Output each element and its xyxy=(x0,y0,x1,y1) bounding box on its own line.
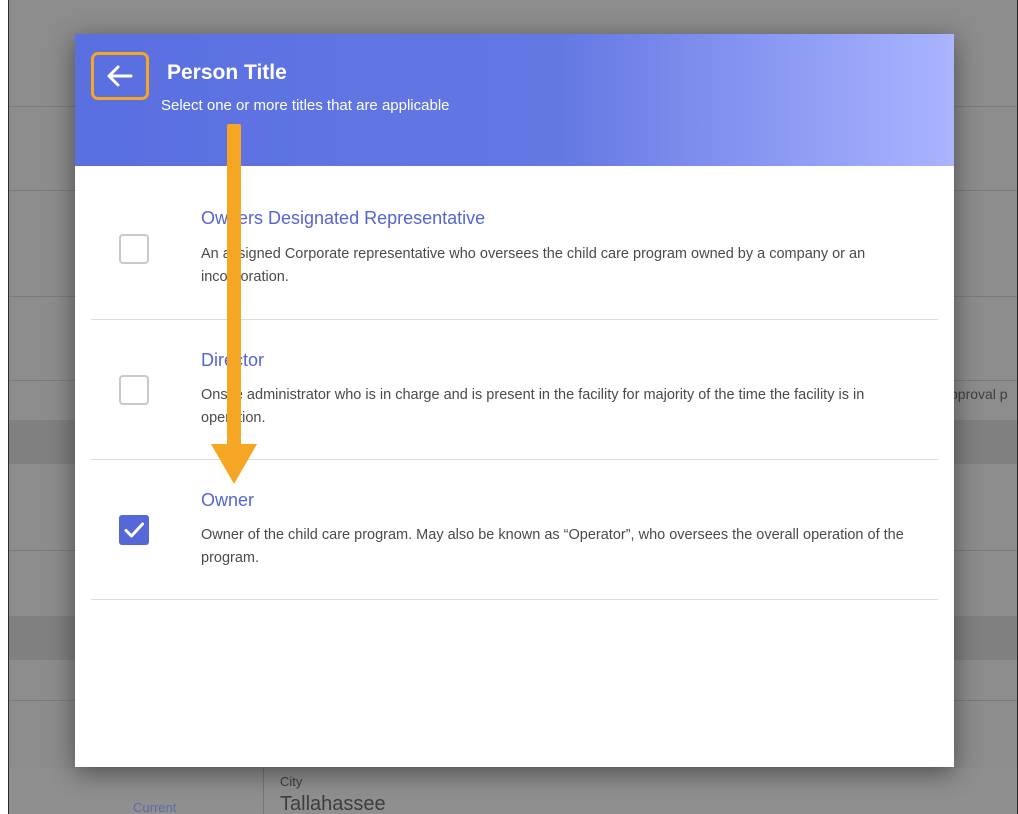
city-value: Tallahassee xyxy=(280,793,386,814)
back-button[interactable] xyxy=(91,52,149,100)
bg-column-divider xyxy=(263,768,264,814)
title-option-director[interactable]: Director Onsite administrator who is in … xyxy=(91,320,938,460)
dialog-subtitle: Select one or more titles that are appli… xyxy=(161,97,450,114)
option-title: Owner xyxy=(201,490,255,510)
dialog-title: Person Title xyxy=(167,61,287,84)
option-checkbox[interactable] xyxy=(119,234,149,264)
current-select: Current xyxy=(133,800,177,814)
option-description: Owner of the child care program. May als… xyxy=(201,527,904,566)
option-description: Onsite administrator who is in charge an… xyxy=(201,387,865,426)
city-label: City xyxy=(280,774,303,789)
option-title: Owners Designated Representative xyxy=(201,208,486,228)
arrow-left-icon xyxy=(107,65,133,87)
option-description: An assigned Corporate representative who… xyxy=(201,246,866,285)
person-title-dialog: Person Title Select one or more titles t… xyxy=(75,34,954,767)
option-checkbox-checked[interactable] xyxy=(119,515,149,545)
title-option-owners-designated-representative[interactable]: Owners Designated Representative An assi… xyxy=(91,180,938,320)
option-title: Director xyxy=(201,350,265,370)
title-option-owner[interactable]: Owner Owner of the child care program. M… xyxy=(91,460,938,600)
bg-partial-text: pproval p xyxy=(950,386,1008,402)
option-checkbox[interactable] xyxy=(119,375,149,405)
checkmark-icon xyxy=(124,522,144,538)
screenshot-frame: pproval p City Tallahassee Current Perso… xyxy=(8,0,1018,814)
dialog-header: Person Title Select one or more titles t… xyxy=(75,34,954,166)
